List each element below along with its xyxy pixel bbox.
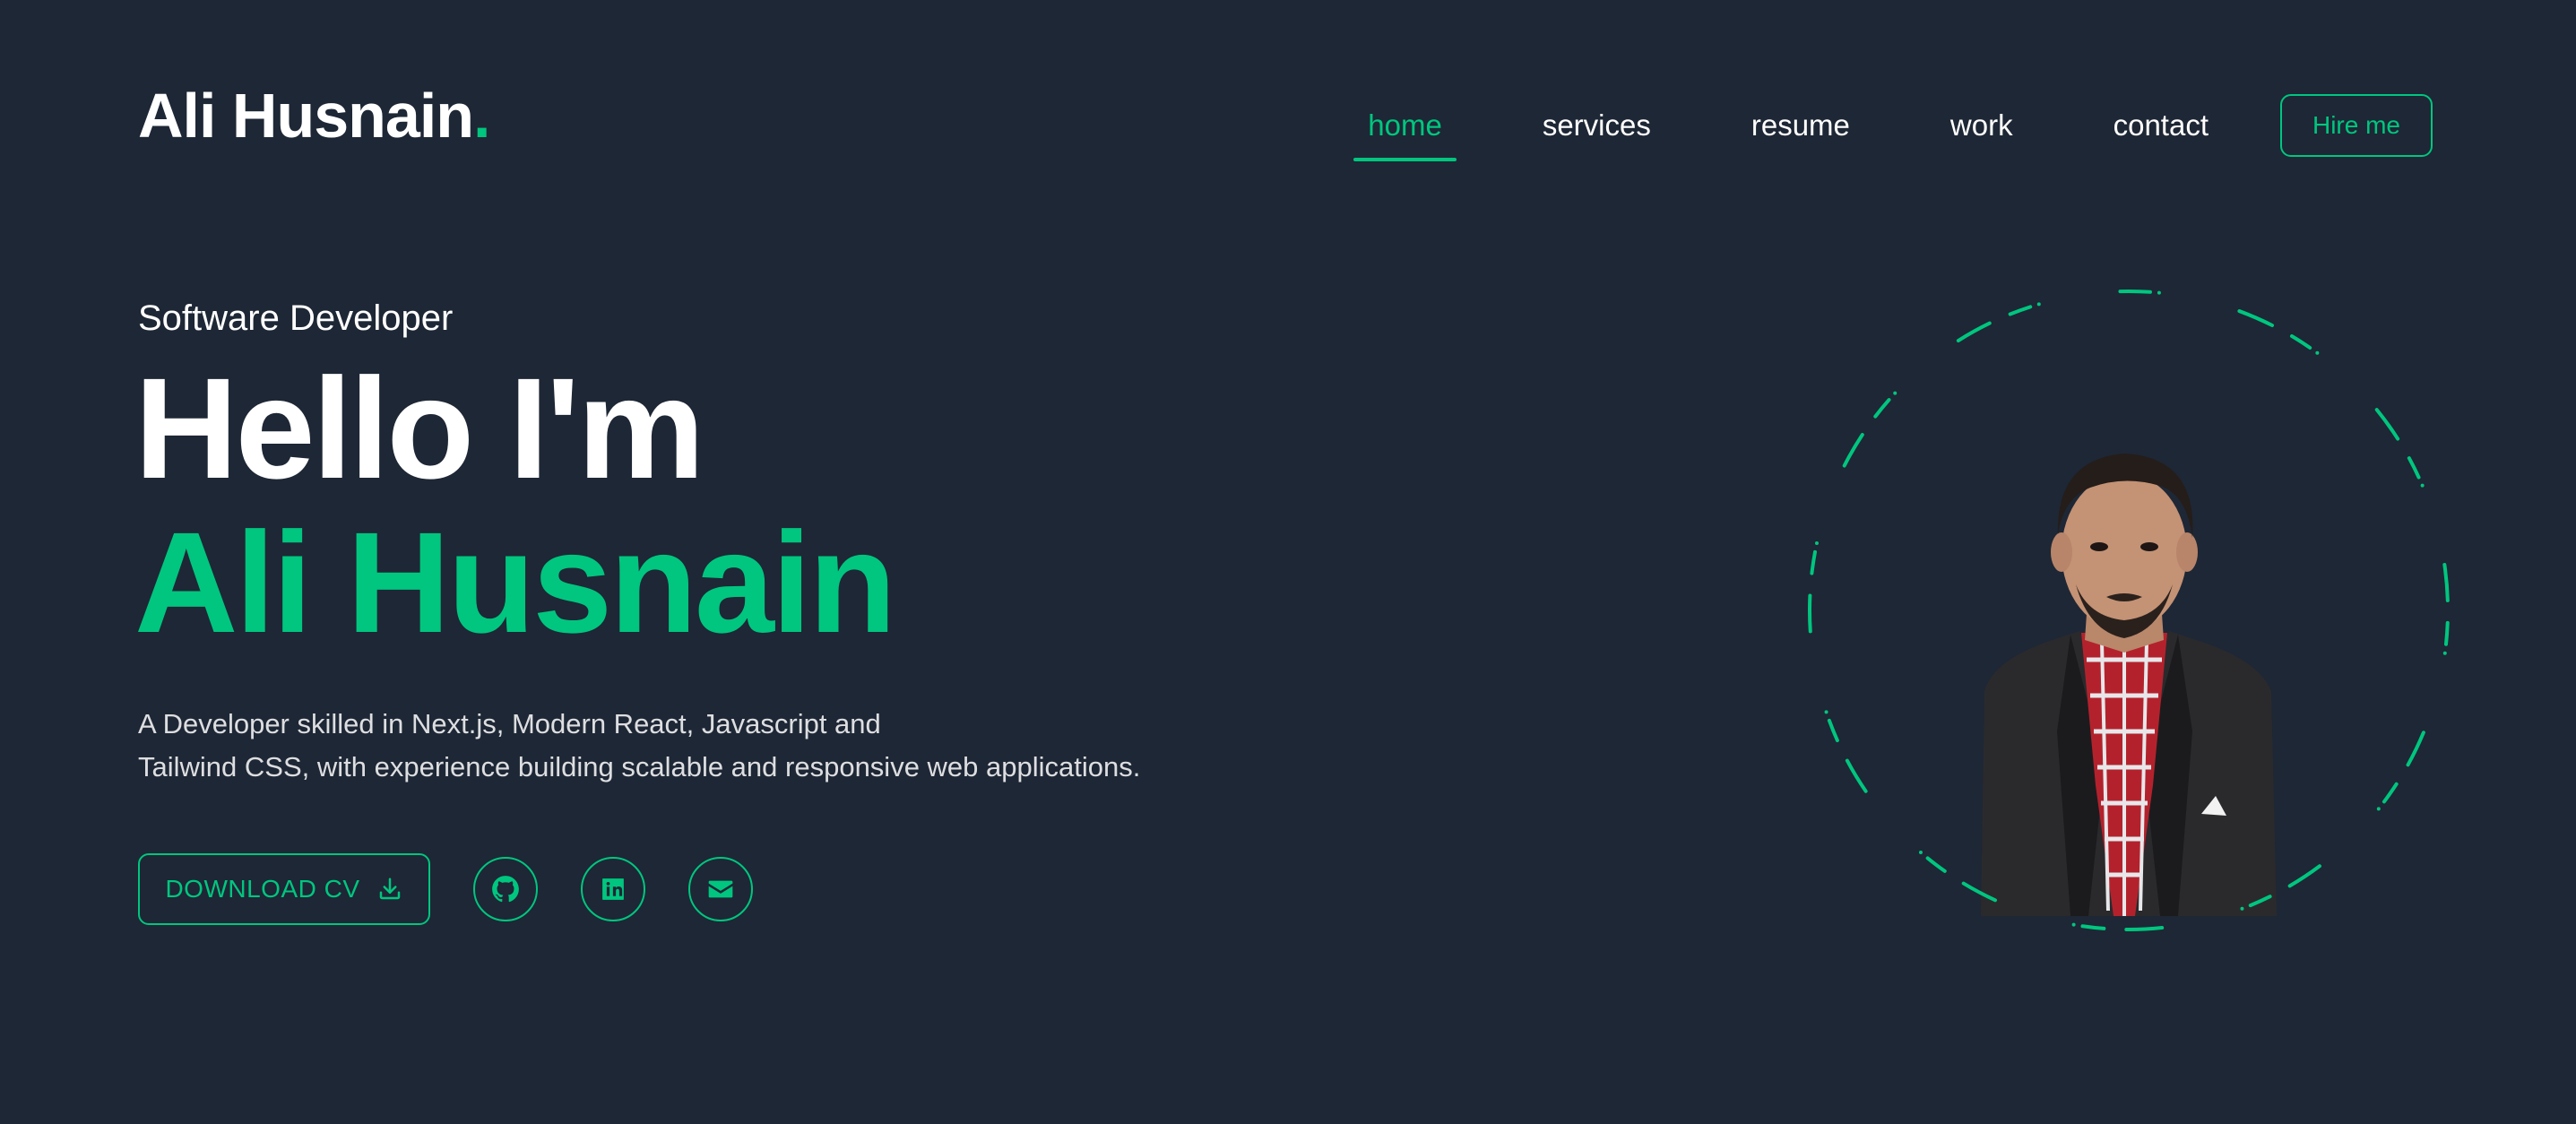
linkedin-icon <box>602 878 624 900</box>
download-cv-label: DOWNLOAD CV <box>165 875 360 903</box>
github-icon <box>492 876 519 903</box>
hero-description-line-2: Tailwind CSS, with experience building s… <box>138 751 1141 782</box>
nav-item-contact[interactable]: contact <box>2114 100 2209 151</box>
logo-text: Ali Husnain <box>138 81 474 151</box>
download-cv-button[interactable]: DOWNLOAD CV <box>138 853 430 925</box>
github-link[interactable] <box>473 857 538 921</box>
logo[interactable]: Ali Husnain. <box>138 77 491 154</box>
email-icon <box>708 880 733 898</box>
logo-dot: . <box>473 81 490 151</box>
email-link[interactable] <box>688 857 753 921</box>
hero-description: A Developer skilled in Next.js, Modern R… <box>138 703 1303 789</box>
profile-photo-area <box>1802 283 2456 938</box>
main-nav: home services resume work contact Hire m… <box>1353 90 2433 161</box>
nav-item-work[interactable]: work <box>1950 100 2013 151</box>
page: Ali Husnain. home services resume work c… <box>0 0 2576 1124</box>
nav-item-resume[interactable]: resume <box>1751 100 1850 151</box>
hero-description-line-1: A Developer skilled in Next.js, Modern R… <box>138 708 881 739</box>
hero-name: Ali Husnain <box>134 502 896 662</box>
nav-item-services[interactable]: services <box>1543 100 1651 151</box>
hero-greeting: Hello I'm <box>134 348 705 508</box>
download-icon <box>379 878 400 900</box>
hero-subtitle: Software Developer <box>138 298 454 338</box>
hire-me-button[interactable]: Hire me <box>2280 94 2433 157</box>
dashed-ring <box>1808 290 2450 931</box>
hero-actions: DOWNLOAD CV <box>138 853 753 925</box>
linkedin-link[interactable] <box>581 857 645 921</box>
nav-item-home[interactable]: home <box>1353 100 1457 161</box>
